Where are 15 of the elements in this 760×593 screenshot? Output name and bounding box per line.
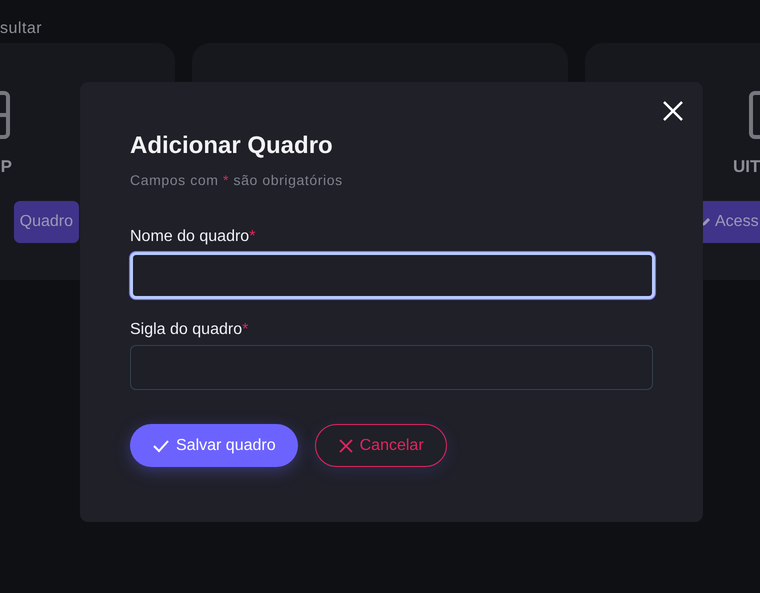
cancel-button[interactable]: Cancelar (314, 424, 447, 467)
dialog-title: Adicionar Quadro (130, 132, 334, 160)
header-text: sultar (0, 20, 42, 37)
dialog-subtitle: Campos com * são obrigatórios (130, 172, 344, 188)
card-title: UIT (733, 157, 760, 177)
save-button[interactable]: Salvar quadro (130, 424, 298, 467)
field-label: Nome do quadro* (130, 228, 256, 246)
pencil-icon (701, 217, 711, 227)
field-label: Sigla do quadro* (130, 321, 250, 339)
close-icon (338, 438, 354, 454)
input-field[interactable] (130, 345, 653, 390)
close-button[interactable] (661, 99, 685, 123)
card-button[interactable]: Quadro (14, 201, 79, 243)
check-icon (152, 438, 170, 452)
card-title: P (0, 157, 12, 177)
